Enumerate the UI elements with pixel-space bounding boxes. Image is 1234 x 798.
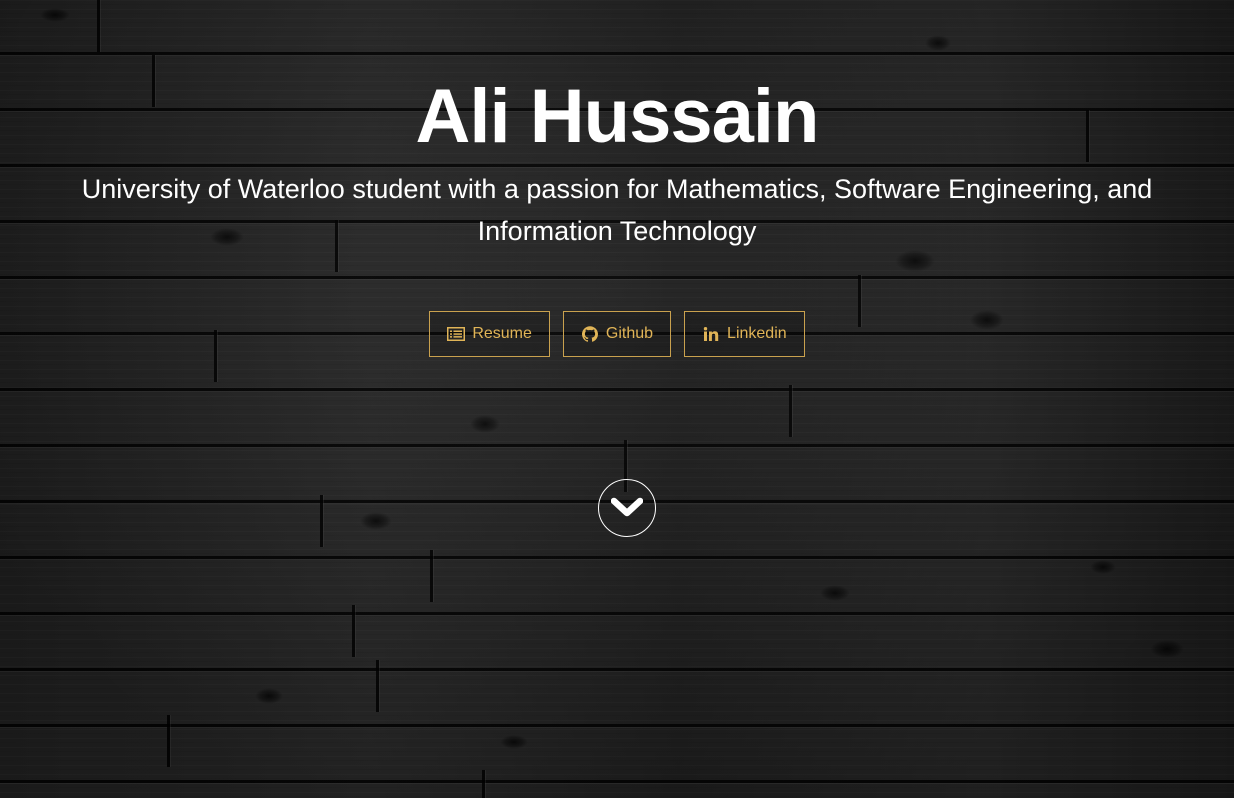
github-button-label: Github — [605, 325, 654, 342]
linkedin-button-label: Linkedin — [727, 325, 787, 342]
github-button[interactable]: Github — [562, 311, 672, 357]
github-icon — [581, 325, 599, 343]
chevron-down-icon — [611, 497, 643, 519]
linkedin-button[interactable]: Linkedin — [684, 311, 805, 357]
document-list-icon — [447, 325, 466, 343]
page-subtitle: University of Waterloo student with a pa… — [81, 174, 1153, 246]
linkedin-icon — [702, 325, 720, 343]
page-title: Ali Hussain — [415, 74, 820, 159]
link-buttons: Resume Github Linkedin — [0, 311, 1234, 357]
scroll-down-button[interactable] — [598, 479, 656, 537]
hero-section: Ali Hussain University of Waterloo stude… — [0, 0, 1234, 798]
resume-button[interactable]: Resume — [429, 311, 550, 357]
resume-button-label: Resume — [472, 325, 532, 342]
